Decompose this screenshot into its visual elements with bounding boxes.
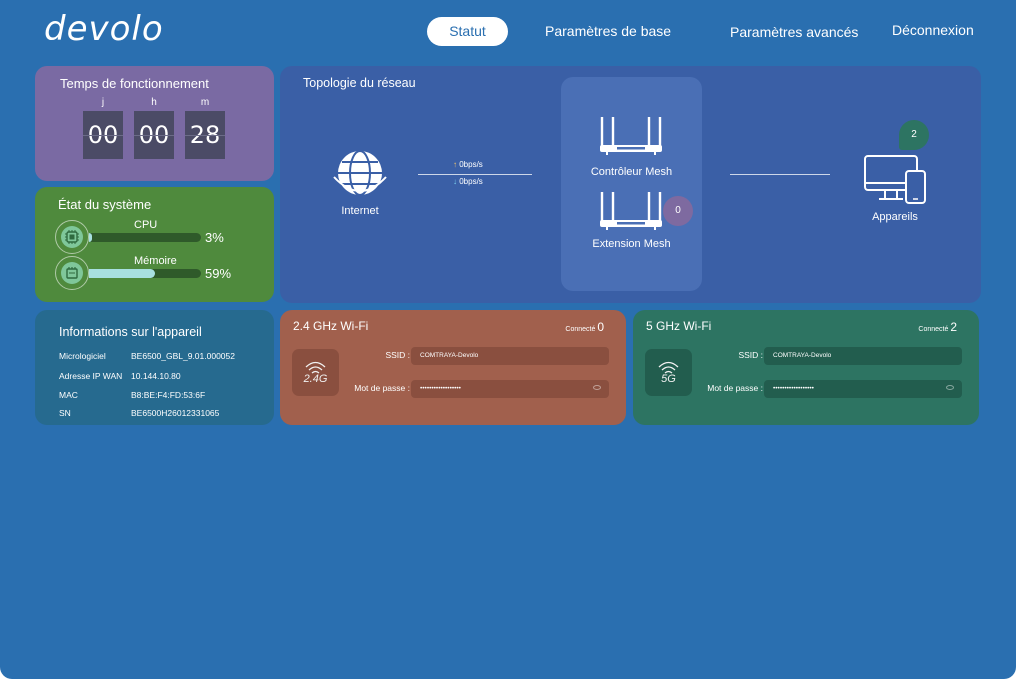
wan-ip-label: Adresse IP WAN (59, 371, 123, 381)
uptime-hours-value: 00 (134, 111, 174, 159)
cpu-ring (55, 220, 89, 254)
wifi-24-connected: Connecté 0 (565, 320, 604, 334)
uptime-card: Temps de fonctionnement j h m 00 00 28 (35, 66, 274, 181)
wifi-24-connected-label: Connecté (565, 326, 596, 333)
router-icon[interactable] (599, 190, 663, 232)
ssid-24-input[interactable]: COMTRAYA-Devolo (411, 347, 609, 365)
uptime-days-value: 00 (83, 111, 123, 159)
download-rate-value: 0bps/s (459, 177, 483, 186)
cpu-bar (89, 233, 201, 242)
memory-bar (89, 269, 201, 278)
password-24-label: Mot de passe : (354, 383, 410, 393)
devices-icon[interactable] (863, 154, 929, 206)
link-line-devices (730, 174, 830, 175)
nav-basic-settings[interactable]: Paramètres de base (545, 17, 671, 46)
cpu-percent: 3% (205, 230, 224, 245)
upload-rate-value: 0bps/s (459, 160, 483, 169)
uptime-title: Temps de fonctionnement (60, 76, 209, 91)
firmware-label: Micrologiciel (59, 351, 106, 361)
memory-label: Mémoire (134, 255, 177, 267)
memory-ring (55, 256, 89, 290)
extension-count-badge: 0 (663, 196, 693, 226)
password-5-label: Mot de passe : (707, 383, 763, 393)
ssid-5-input[interactable]: COMTRAYA-Devolo (764, 347, 962, 365)
ssid-5-label: SSID : (738, 350, 763, 360)
cpu-bar-fill (89, 233, 93, 242)
uptime-days-label: j (101, 97, 105, 108)
topology-title: Topologie du réseau (303, 76, 416, 90)
mac-label: MAC (59, 390, 78, 400)
download-rate: ↓ 0bps/s (453, 177, 483, 186)
logout-link[interactable]: Déconnexion (892, 16, 974, 45)
memory-icon (61, 262, 83, 284)
sn-value: BE6500H26012331065 (131, 408, 220, 418)
password-5-value: •••••••••••••••••• (773, 385, 814, 392)
mac-value: B8:BE:F4:FD:53:6F (131, 390, 206, 400)
memory-percent: 59% (205, 266, 232, 281)
uptime-minutes-value: 28 (185, 111, 225, 159)
nav-status[interactable]: Statut (427, 17, 508, 46)
system-status-card: État du système CPU 3% Mémoire 59% (35, 187, 274, 302)
router-icon[interactable] (599, 115, 663, 157)
nav-advanced-settings[interactable]: Paramètres avancés (730, 18, 858, 47)
upload-rate: ↑ 0bps/s (453, 160, 483, 169)
wan-ip-value: 10.144.10.80 (131, 371, 181, 381)
system-title: État du système (58, 197, 152, 212)
app-window: devolo Statut Paramètres de base Paramèt… (0, 0, 1016, 679)
cpu-chip-icon (61, 226, 83, 248)
controller-mesh-label: Contrôleur Mesh (590, 166, 673, 178)
devices-label: Appareils (872, 211, 918, 223)
firmware-value: BE6500_GBL_9.01.000052 (131, 351, 235, 361)
device-info-title: Informations sur l'appareil (59, 325, 202, 339)
arrow-up-icon: ↑ (453, 160, 457, 169)
globe-icon[interactable] (329, 147, 391, 199)
mesh-group: Contrôleur Mesh 0 Extension Mesh (561, 77, 702, 291)
eye-icon[interactable] (946, 385, 954, 390)
devices-count-badge: 2 (899, 120, 929, 150)
password-5-input[interactable]: •••••••••••••••••• (764, 380, 962, 398)
ssid-24-label: SSID : (385, 350, 410, 360)
device-info-card: Informations sur l'appareil Micrologicie… (35, 310, 274, 425)
wifi-5-connected: Connecté 2 (918, 320, 957, 334)
wifi-24ghz-card: 2.4 GHz Wi-Fi Connecté 0 2.4G SSID : COM… (280, 310, 626, 425)
memory-bar-fill (89, 269, 156, 278)
extension-mesh-label: Extension Mesh (592, 238, 671, 250)
network-topology-card: Topologie du réseau Internet ↑ 0bps/s ↓ … (280, 66, 981, 303)
internet-label: Internet (341, 205, 379, 217)
cpu-label: CPU (134, 219, 158, 231)
svg-text:devolo: devolo (44, 12, 164, 46)
devolo-logo: devolo (44, 9, 194, 49)
arrow-down-icon: ↓ (453, 177, 457, 186)
wifi-5-connected-count: 2 (950, 320, 957, 334)
wifi-5-title: 5 GHz Wi-Fi (646, 319, 712, 333)
eye-icon[interactable] (593, 385, 601, 390)
wifi-24-title: 2.4 GHz Wi-Fi (293, 319, 369, 333)
wifi-5-connected-label: Connecté (918, 326, 949, 333)
wifi-5ghz-card: 5 GHz Wi-Fi Connecté 2 5G SSID : COMTRAY… (633, 310, 979, 425)
password-24-value: •••••••••••••••••• (420, 385, 461, 392)
uptime-hours-label: h (151, 97, 157, 108)
link-line-internet (418, 174, 532, 175)
uptime-minutes-label: m (200, 97, 210, 108)
sn-label: SN (59, 408, 71, 418)
wifi-24-connected-count: 0 (597, 320, 604, 334)
password-24-input[interactable]: •••••••••••••••••• (411, 380, 609, 398)
